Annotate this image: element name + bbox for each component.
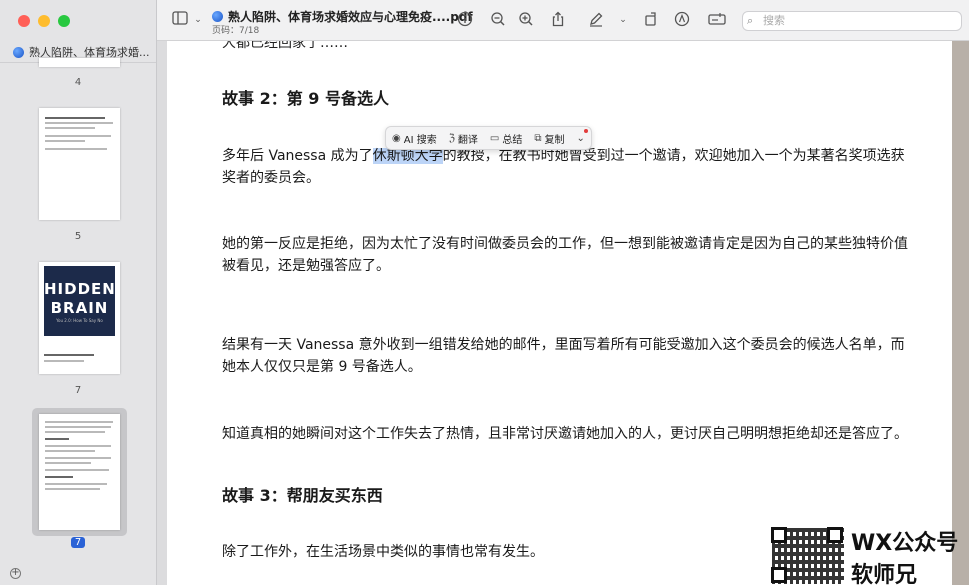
cover-title-line1: HIDDEN [44,280,116,298]
notification-dot [583,129,588,133]
watermark-line-1: WX公众号 [851,531,959,556]
document-icon [13,46,24,58]
selected-text[interactable]: 休斯顿大学 [372,148,443,164]
ai-search-button[interactable]: ◉ AI 搜索 [392,131,437,146]
document-title-text: 熟人陷阱、体育场求婚效应与心理免疫....pdf [228,10,473,24]
story-2-heading: 故事 2：第 9 号备选人 [222,89,389,108]
pdf-page: 大都已经回家了…… 故事 2：第 9 号备选人 多年后 Vanessa 成为了休… [167,41,952,585]
zoom-window-button[interactable] [58,15,70,27]
watermark: WX公众号 软师兄 [769,523,969,585]
sidebar: 熟人陷阱、体育场求婚... 4 5 HIDDEN BRAIN You 2.0: … [0,0,157,585]
search-input[interactable]: ⌕ 搜索 [742,11,962,31]
rotate-icon[interactable] [642,11,660,29]
search-icon: ⌕ [747,14,754,27]
add-icon[interactable]: + [10,568,21,579]
page-thumbnail-4[interactable] [39,58,120,67]
info-icon[interactable] [456,11,474,29]
paragraph-1: 多年后 Vanessa 成为了休斯顿大学的教授，在教书时她曾受到过一个邀请，欢迎… [222,145,912,189]
chevron-down-icon[interactable]: ⌄ [189,11,207,29]
markup-pen-icon[interactable] [587,11,605,29]
page-number-4: 4 [74,77,82,88]
page-number-6: 7 [74,385,82,396]
page-thumbnail-7[interactable] [39,414,120,530]
zoom-in-icon[interactable] [517,11,535,29]
story-3-heading: 故事 3：帮朋友买东西 [222,486,383,505]
sidebar-icon[interactable] [171,11,189,29]
page-number-7: 7 [0,537,156,548]
ai-search-label: AI 搜索 [403,134,437,146]
copy-button[interactable]: ⧉ 复制 [534,131,564,146]
paragraph-3: 结果有一天 Vanessa 意外收到一组错发给她的邮件，里面写着所有可能受邀加入… [222,337,905,375]
thumbnail-6-text [44,352,115,366]
minimize-window-button[interactable] [38,15,50,27]
chevron-down-icon[interactable]: ⌄ [614,11,632,29]
paragraph-1-start: 多年后 Vanessa 成为了 [222,148,373,164]
paragraph-cut-top: 大都已经回家了…… [222,41,348,51]
book-icon: ▭ [489,132,500,144]
hidden-brain-cover-image: HIDDEN BRAIN You 2.0: How To Say No [44,266,115,336]
copy-label: 复制 [544,134,565,146]
summary-label: 总结 [502,134,523,146]
window-controls [18,15,70,27]
close-window-button[interactable] [18,15,30,27]
more-options-button[interactable]: ⌄ [576,133,584,144]
paragraph-4: 知道真相的她瞬间对这个工作失去了热情，且非常讨厌邀请她加入的人，更讨厌自己明明想… [222,426,908,442]
toolbar: ⌄ 熟人陷阱、体育场求婚效应与心理免疫....pdf 页码：7/18 ⌄ ⌕ 搜… [157,0,969,41]
translate-icon: ℨ [448,132,455,144]
chevron-down-icon: ⌄ [576,132,585,144]
document-icon [212,11,223,22]
qr-code-image [769,525,847,585]
page-indicator: 页码：7/18 [212,26,260,36]
summary-button[interactable]: ▭ 总结 [490,131,522,146]
share-icon[interactable] [549,11,567,29]
page-number-5: 5 [74,231,82,242]
current-page-badge: 7 [70,537,86,548]
annotate-icon[interactable] [673,11,691,29]
translate-label: 翻译 [457,134,478,146]
watermark-line-2: 软师兄 [851,563,918,585]
cover-caption: You 2.0: How To Say No [56,318,103,323]
ai-selection-toolbar: ◉ AI 搜索 ℨ 翻译 ▭ 总结 ⧉ 复制 ⌄ [385,126,592,150]
page-thumbnail-5[interactable] [39,108,120,220]
document-viewport[interactable]: 大都已经回家了…… 故事 2：第 9 号备选人 多年后 Vanessa 成为了休… [157,41,969,585]
copy-icon: ⧉ [534,132,542,144]
form-icon[interactable] [708,11,726,29]
paragraph-2: 她的第一反应是拒绝，因为太忙了没有时间做委员会的工作，但一想到能被邀请肯定是因为… [222,236,908,274]
background-window-edge [952,41,969,585]
zoom-out-icon[interactable] [489,11,507,29]
search-placeholder: 搜索 [763,14,785,27]
ai-icon: ◉ [392,132,401,144]
translate-button[interactable]: ℨ 翻译 [449,131,478,146]
